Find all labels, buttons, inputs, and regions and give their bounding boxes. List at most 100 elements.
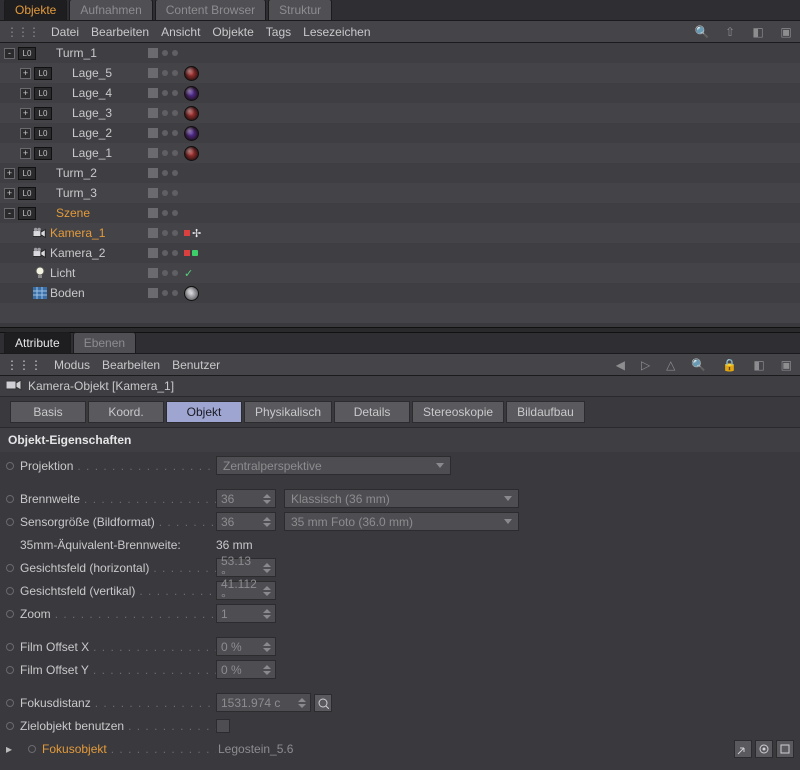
visibility-editor-toggle[interactable]: [148, 208, 158, 218]
anim-knob[interactable]: [6, 518, 14, 526]
visibility-render-dot[interactable]: [172, 90, 178, 96]
dropdown[interactable]: 35 mm Foto (36.0 mm): [284, 512, 519, 531]
object-name[interactable]: Lage_1: [72, 146, 118, 160]
spinner-icon[interactable]: [263, 494, 271, 504]
lock-icon[interactable]: 🔒: [720, 358, 739, 372]
visibility-render-dot[interactable]: [172, 130, 178, 136]
material-tag-icon[interactable]: [184, 146, 199, 161]
tab-content-browser[interactable]: Content Browser: [155, 0, 266, 20]
tree-row[interactable]: +L0Lage_5: [0, 63, 800, 83]
layer-badge[interactable]: L0: [18, 207, 36, 220]
visibility-editor-toggle[interactable]: [148, 108, 158, 118]
visibility-editor-toggle[interactable]: [148, 248, 158, 258]
search-icon[interactable]: 🔍: [694, 25, 710, 39]
visibility-editor-toggle[interactable]: [148, 68, 158, 78]
visibility-editor-toggle[interactable]: [148, 228, 158, 238]
anim-knob[interactable]: [6, 666, 14, 674]
grip-icon[interactable]: ⋮⋮⋮: [6, 358, 42, 372]
tearoff-icon[interactable]: ◧: [750, 25, 766, 39]
anim-knob[interactable]: [6, 564, 14, 572]
visibility-editor-toggle[interactable]: [148, 288, 158, 298]
tree-row[interactable]: +L0Lage_2: [0, 123, 800, 143]
new-window-icon[interactable]: ◧: [751, 358, 766, 372]
visibility-render-dot[interactable]: [162, 150, 168, 156]
layer-badge[interactable]: L0: [34, 147, 52, 160]
dropdown[interactable]: Zentralperspektive: [216, 456, 451, 475]
dropdown[interactable]: Klassisch (36 mm): [284, 489, 519, 508]
visibility-render-dot[interactable]: [172, 290, 178, 296]
visibility-render-dot[interactable]: [172, 70, 178, 76]
menu-tags[interactable]: Tags: [266, 25, 291, 39]
object-name[interactable]: Licht: [50, 266, 81, 280]
visibility-render-dot[interactable]: [172, 170, 178, 176]
layer-badge[interactable]: L0: [18, 167, 36, 180]
layer-badge[interactable]: L0: [34, 107, 52, 120]
tree-row[interactable]: Licht ✓: [0, 263, 800, 283]
checkbox[interactable]: [216, 719, 230, 733]
expand-toggle[interactable]: +: [20, 128, 31, 139]
tab-struktur[interactable]: Struktur: [268, 0, 332, 20]
subtab-stereoskopie[interactable]: Stereoskopie: [412, 401, 504, 423]
visibility-editor-toggle[interactable]: [148, 268, 158, 278]
visibility-render-dot[interactable]: [162, 110, 168, 116]
number-input[interactable]: 0 %: [216, 660, 276, 679]
visibility-editor-toggle[interactable]: [148, 188, 158, 198]
anim-knob[interactable]: [6, 699, 14, 707]
visibility-render-dot[interactable]: [162, 130, 168, 136]
enable-tag-icon[interactable]: ✓: [184, 267, 193, 280]
menu-bearbeiten2[interactable]: Bearbeiten: [102, 358, 160, 372]
spinner-icon[interactable]: [263, 517, 271, 527]
visibility-render-dot[interactable]: [162, 70, 168, 76]
target-tag-icon[interactable]: [184, 230, 190, 236]
visibility-editor-toggle[interactable]: [148, 128, 158, 138]
anim-knob[interactable]: [6, 722, 14, 730]
object-name[interactable]: Kamera_2: [50, 246, 111, 260]
tree-row[interactable]: Boden: [0, 283, 800, 303]
object-name[interactable]: Turm_1: [56, 46, 103, 60]
nav-back-icon[interactable]: ◀: [614, 358, 627, 372]
subtab-bildaufbau[interactable]: Bildaufbau: [506, 401, 585, 423]
home-icon[interactable]: ⇧: [722, 25, 738, 39]
composition-tag-icon[interactable]: ✢: [192, 227, 201, 240]
layer-badge[interactable]: L0: [18, 187, 36, 200]
anim-knob[interactable]: [6, 643, 14, 651]
visibility-editor-toggle[interactable]: [148, 168, 158, 178]
number-input[interactable]: 36: [216, 489, 276, 508]
visibility-render-dot[interactable]: [162, 210, 168, 216]
number-input[interactable]: 41.112 °: [216, 581, 276, 600]
material-tag-icon[interactable]: [184, 286, 199, 301]
visibility-render-dot[interactable]: [172, 270, 178, 276]
menu-objekte[interactable]: Objekte: [212, 25, 253, 39]
number-input[interactable]: 0 %: [216, 637, 276, 656]
anim-knob[interactable]: [28, 745, 36, 753]
target-tag-icon[interactable]: [184, 250, 190, 256]
visibility-render-dot[interactable]: [162, 90, 168, 96]
visibility-render-dot[interactable]: [172, 50, 178, 56]
visibility-editor-toggle[interactable]: [148, 88, 158, 98]
nav-up-icon[interactable]: △: [664, 358, 677, 372]
object-name[interactable]: Lage_3: [72, 106, 118, 120]
subtab-koord[interactable]: Koord.: [88, 401, 164, 423]
layer-badge[interactable]: L0: [34, 87, 52, 100]
tree-row[interactable]: -L0Szene: [0, 203, 800, 223]
visibility-render-dot[interactable]: [162, 50, 168, 56]
object-manager-tree[interactable]: -L0Turm_1+L0Lage_5+L0Lage_4+L0Lage_3+L0L…: [0, 43, 800, 327]
material-tag-icon[interactable]: [184, 66, 199, 81]
visibility-render-dot[interactable]: [162, 270, 168, 276]
subtab-objekt[interactable]: Objekt: [166, 401, 242, 423]
menu-lesezeichen[interactable]: Lesezeichen: [303, 25, 370, 39]
number-input[interactable]: 36: [216, 512, 276, 531]
visibility-render-dot[interactable]: [162, 190, 168, 196]
expand-toggle[interactable]: +: [20, 148, 31, 159]
menu-ansicht[interactable]: Ansicht: [161, 25, 200, 39]
anim-knob[interactable]: [6, 462, 14, 470]
visibility-render-dot[interactable]: [162, 250, 168, 256]
layer-badge[interactable]: L0: [34, 67, 52, 80]
material-tag-icon[interactable]: [184, 126, 199, 141]
object-name[interactable]: Lage_4: [72, 86, 118, 100]
select-object-icon[interactable]: [755, 740, 773, 758]
tab-attribute[interactable]: Attribute: [4, 332, 71, 353]
expand-toggle[interactable]: -: [4, 48, 15, 59]
clear-link-icon[interactable]: [776, 740, 794, 758]
visibility-editor-toggle[interactable]: [148, 48, 158, 58]
